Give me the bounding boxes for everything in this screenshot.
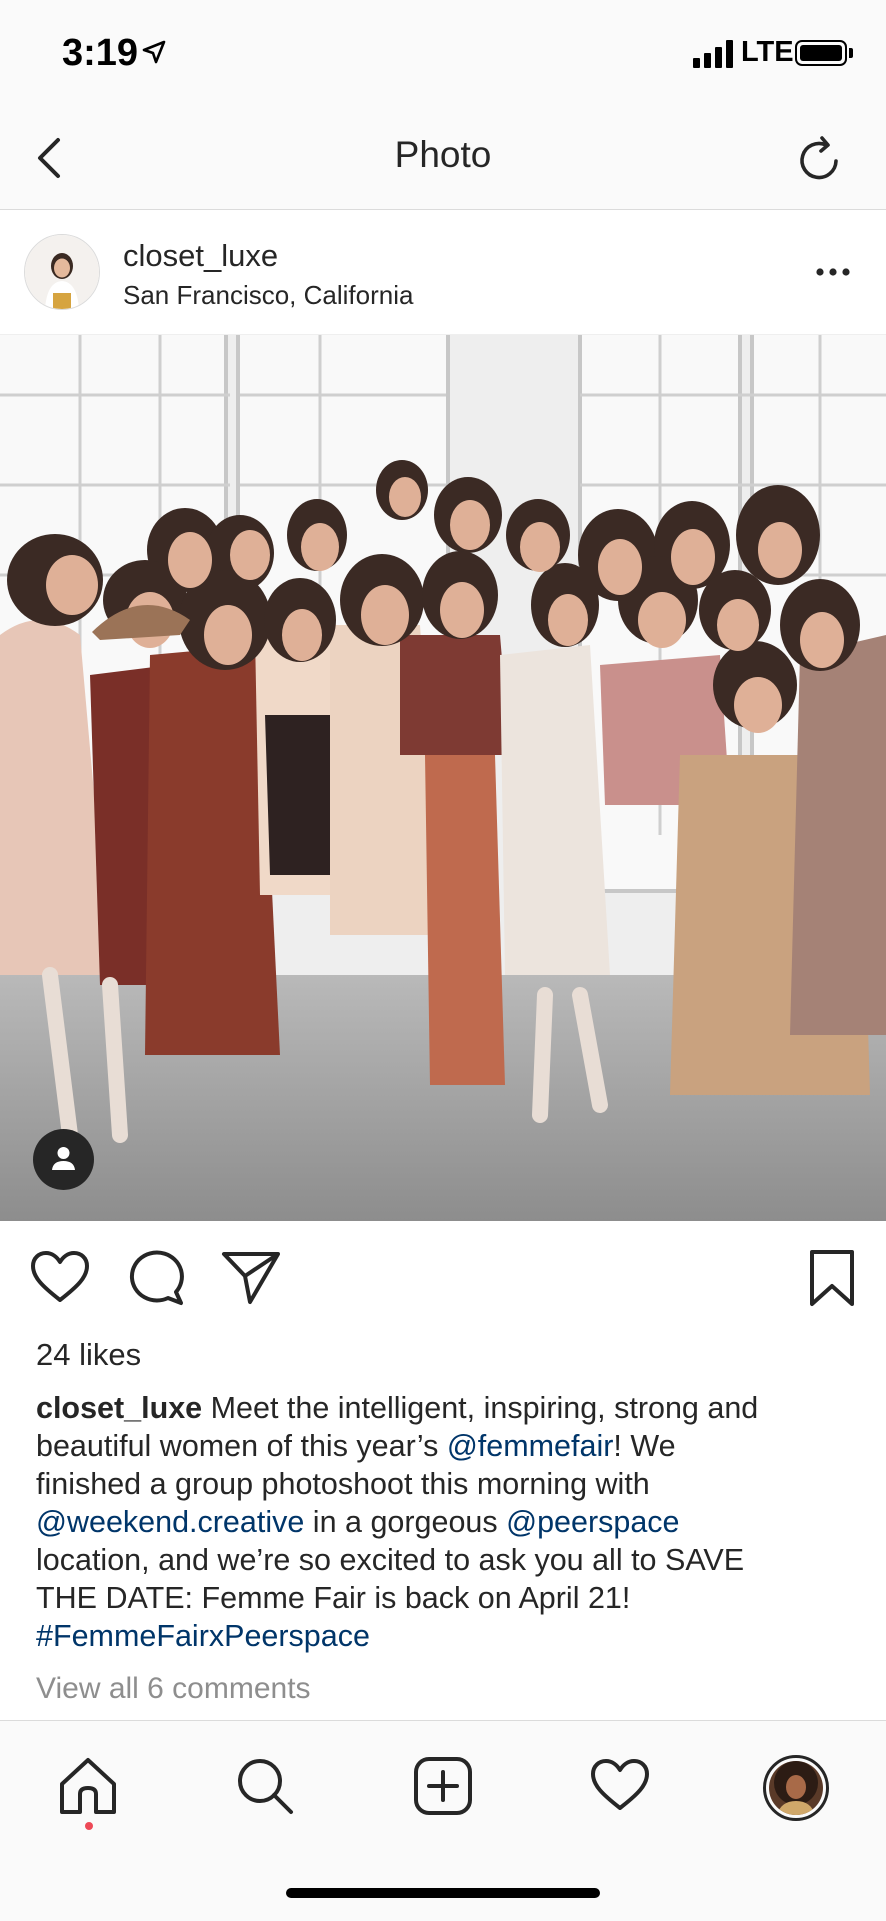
caption-text: location, and we’re so excited to ask yo… — [36, 1543, 745, 1577]
caption-text: beautiful women of this year’s — [36, 1429, 447, 1463]
caption-line: location, and we’re so excited to ask yo… — [36, 1541, 856, 1579]
comment-icon[interactable] — [124, 1246, 188, 1310]
share-icon[interactable] — [220, 1246, 284, 1310]
mention-peerspace[interactable]: @peerspace — [506, 1505, 679, 1539]
status-time: 3:19 — [62, 32, 139, 74]
caption-text: THE DATE: Femme Fair is back on April 21… — [36, 1581, 631, 1615]
more-options-icon[interactable] — [808, 262, 858, 282]
post-location[interactable]: San Francisco, California — [123, 280, 413, 311]
battery-icon — [795, 40, 847, 66]
caption-line: THE DATE: Femme Fair is back on April 21… — [36, 1579, 856, 1617]
post-photo[interactable] — [0, 335, 886, 1221]
profile-avatar[interactable] — [763, 1755, 829, 1821]
notification-dot — [85, 1822, 93, 1830]
search-icon[interactable] — [233, 1754, 297, 1818]
likes-count[interactable]: 24 likes — [36, 1337, 141, 1373]
user-tag-icon — [52, 1147, 75, 1170]
hashtag-femmefairxpeerspace[interactable]: #FemmeFairxPeerspace — [36, 1619, 370, 1653]
post-caption: closet_luxe Meet the intelligent, inspir… — [36, 1389, 856, 1655]
status-bar: 3:19 LTE — [0, 0, 886, 108]
caption-text: finished a group photoshoot this morning… — [36, 1467, 650, 1501]
activity-heart-icon[interactable] — [588, 1754, 652, 1818]
heart-icon[interactable] — [28, 1246, 92, 1310]
page-title: Photo — [394, 134, 492, 175]
avatar[interactable] — [24, 234, 100, 310]
caption-line: #FemmeFairxPeerspace — [36, 1617, 856, 1655]
caption-username[interactable]: closet_luxe — [36, 1391, 202, 1425]
user-tag-button[interactable] — [33, 1129, 94, 1190]
mention-femmefair[interactable]: @femmefair — [447, 1429, 614, 1463]
battery-tip — [849, 48, 853, 58]
new-post-icon[interactable] — [411, 1754, 475, 1818]
caption-text: in a gorgeous — [304, 1505, 507, 1539]
refresh-icon[interactable] — [790, 130, 850, 190]
caption-line: @weekend.creative in a gorgeous @peerspa… — [36, 1503, 856, 1541]
post-header: closet_luxe San Francisco, California — [0, 210, 886, 335]
signal-icon — [693, 40, 735, 68]
caption-line: finished a group photoshoot this morning… — [36, 1465, 856, 1503]
caption-text: ! We — [613, 1429, 676, 1463]
home-indicator — [286, 1888, 600, 1898]
post-actions — [0, 1222, 886, 1342]
caption-line: beautiful women of this year’s @femmefai… — [36, 1427, 856, 1465]
mention-weekend-creative[interactable]: @weekend.creative — [36, 1505, 304, 1539]
nav-bar: Photo — [0, 108, 886, 210]
bookmark-icon[interactable] — [800, 1246, 864, 1310]
caption-text: Meet the intelligent, inspiring, strong … — [202, 1391, 759, 1425]
home-icon[interactable] — [56, 1754, 120, 1818]
network-label: LTE — [741, 36, 794, 68]
caption-line: closet_luxe Meet the intelligent, inspir… — [36, 1389, 856, 1427]
location-arrow-icon — [142, 40, 166, 64]
view-comments-link[interactable]: View all 6 comments — [36, 1672, 311, 1706]
post-username[interactable]: closet_luxe — [123, 238, 278, 274]
